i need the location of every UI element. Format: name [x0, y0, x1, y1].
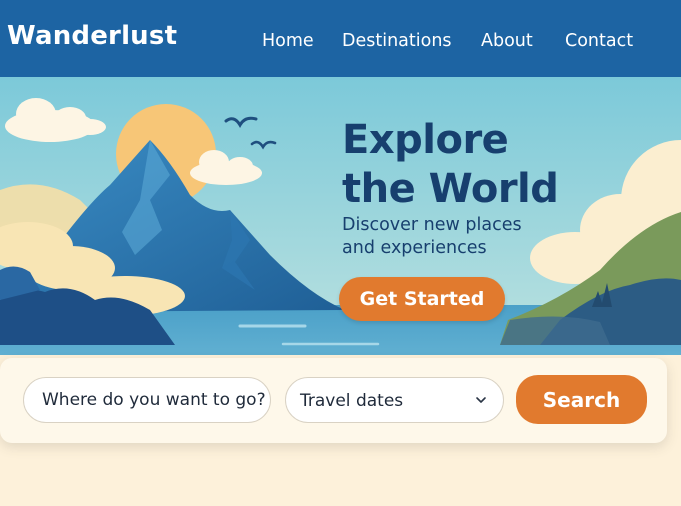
top-nav-bar: Wanderlust Home Destinations About Conta…: [0, 0, 681, 77]
nav-link-about[interactable]: About: [481, 31, 533, 51]
travel-dates-label: Travel dates: [300, 391, 404, 411]
get-started-button[interactable]: Get Started: [339, 277, 505, 321]
hero-title: Explore the World: [342, 116, 559, 214]
hero-subtitle-line-1: Discover new places: [342, 215, 522, 235]
chevron-down-icon: [476, 397, 486, 403]
hero-title-line-1: Explore: [342, 117, 509, 163]
brand-logo[interactable]: Wanderlust: [7, 21, 177, 51]
search-button[interactable]: Search: [516, 375, 647, 424]
hero-subtitle: Discover new places and experiences: [342, 214, 572, 260]
hero-title-line-2: the World: [342, 166, 559, 212]
hero-subtitle-line-2: and experiences: [342, 238, 487, 258]
nav-link-home[interactable]: Home: [262, 31, 314, 51]
destination-input[interactable]: [23, 377, 271, 423]
nav-link-destinations[interactable]: Destinations: [342, 31, 452, 51]
nav-link-contact[interactable]: Contact: [565, 31, 633, 51]
travel-dates-select[interactable]: Travel dates: [285, 377, 504, 423]
search-panel: Travel dates Search: [0, 358, 667, 443]
